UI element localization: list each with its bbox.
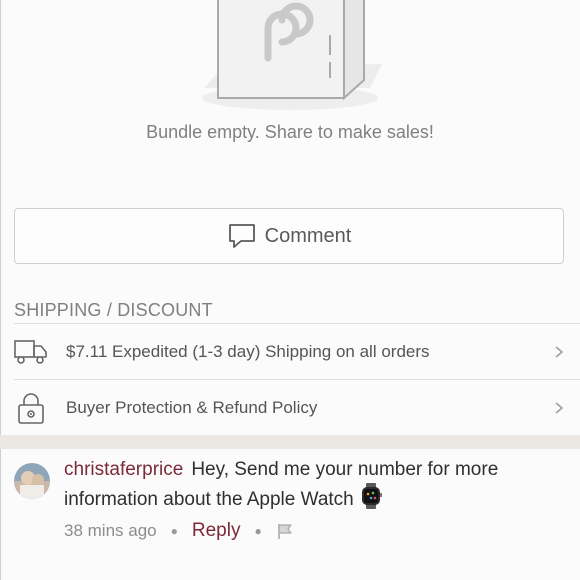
avatar[interactable] xyxy=(14,463,50,499)
comment-meta: 38 mins ago ● Reply ● xyxy=(64,520,294,542)
bundle-empty-message: Bundle empty. Share to make sales! xyxy=(146,122,434,142)
watch-emoji-icon xyxy=(360,483,382,517)
separator-dot: ● xyxy=(254,524,262,538)
comment-button[interactable]: Comment xyxy=(14,208,564,264)
flag-icon[interactable] xyxy=(276,522,294,540)
section-divider xyxy=(0,435,580,449)
chevron-right-icon xyxy=(552,345,566,359)
shipping-row[interactable]: $7.11 Expedited (1-3 day) Shipping on al… xyxy=(14,323,580,379)
buyer-protection-row[interactable]: Buyer Protection & Refund Policy xyxy=(14,379,580,435)
lock-icon xyxy=(14,391,48,425)
comment-timestamp: 38 mins ago xyxy=(64,521,157,540)
truck-icon xyxy=(14,335,48,369)
separator-dot: ● xyxy=(170,524,178,538)
speech-bubble-icon xyxy=(227,221,257,251)
empty-bundle-illustration xyxy=(190,0,390,120)
comment-username[interactable]: christaferprice xyxy=(64,459,183,480)
comment-button-label: Comment xyxy=(264,224,352,247)
reply-link[interactable]: Reply xyxy=(192,520,241,542)
shipping-discount-title: SHIPPING / DISCOUNT xyxy=(14,300,213,320)
comment-body: christaferprice Hey, Send me your number … xyxy=(64,456,564,517)
left-border xyxy=(0,0,1,580)
chevron-right-icon xyxy=(552,401,566,415)
buyer-protection-label: Buyer Protection & Refund Policy xyxy=(66,397,318,417)
shipping-row-label: $7.11 Expedited (1-3 day) Shipping on al… xyxy=(66,341,430,361)
